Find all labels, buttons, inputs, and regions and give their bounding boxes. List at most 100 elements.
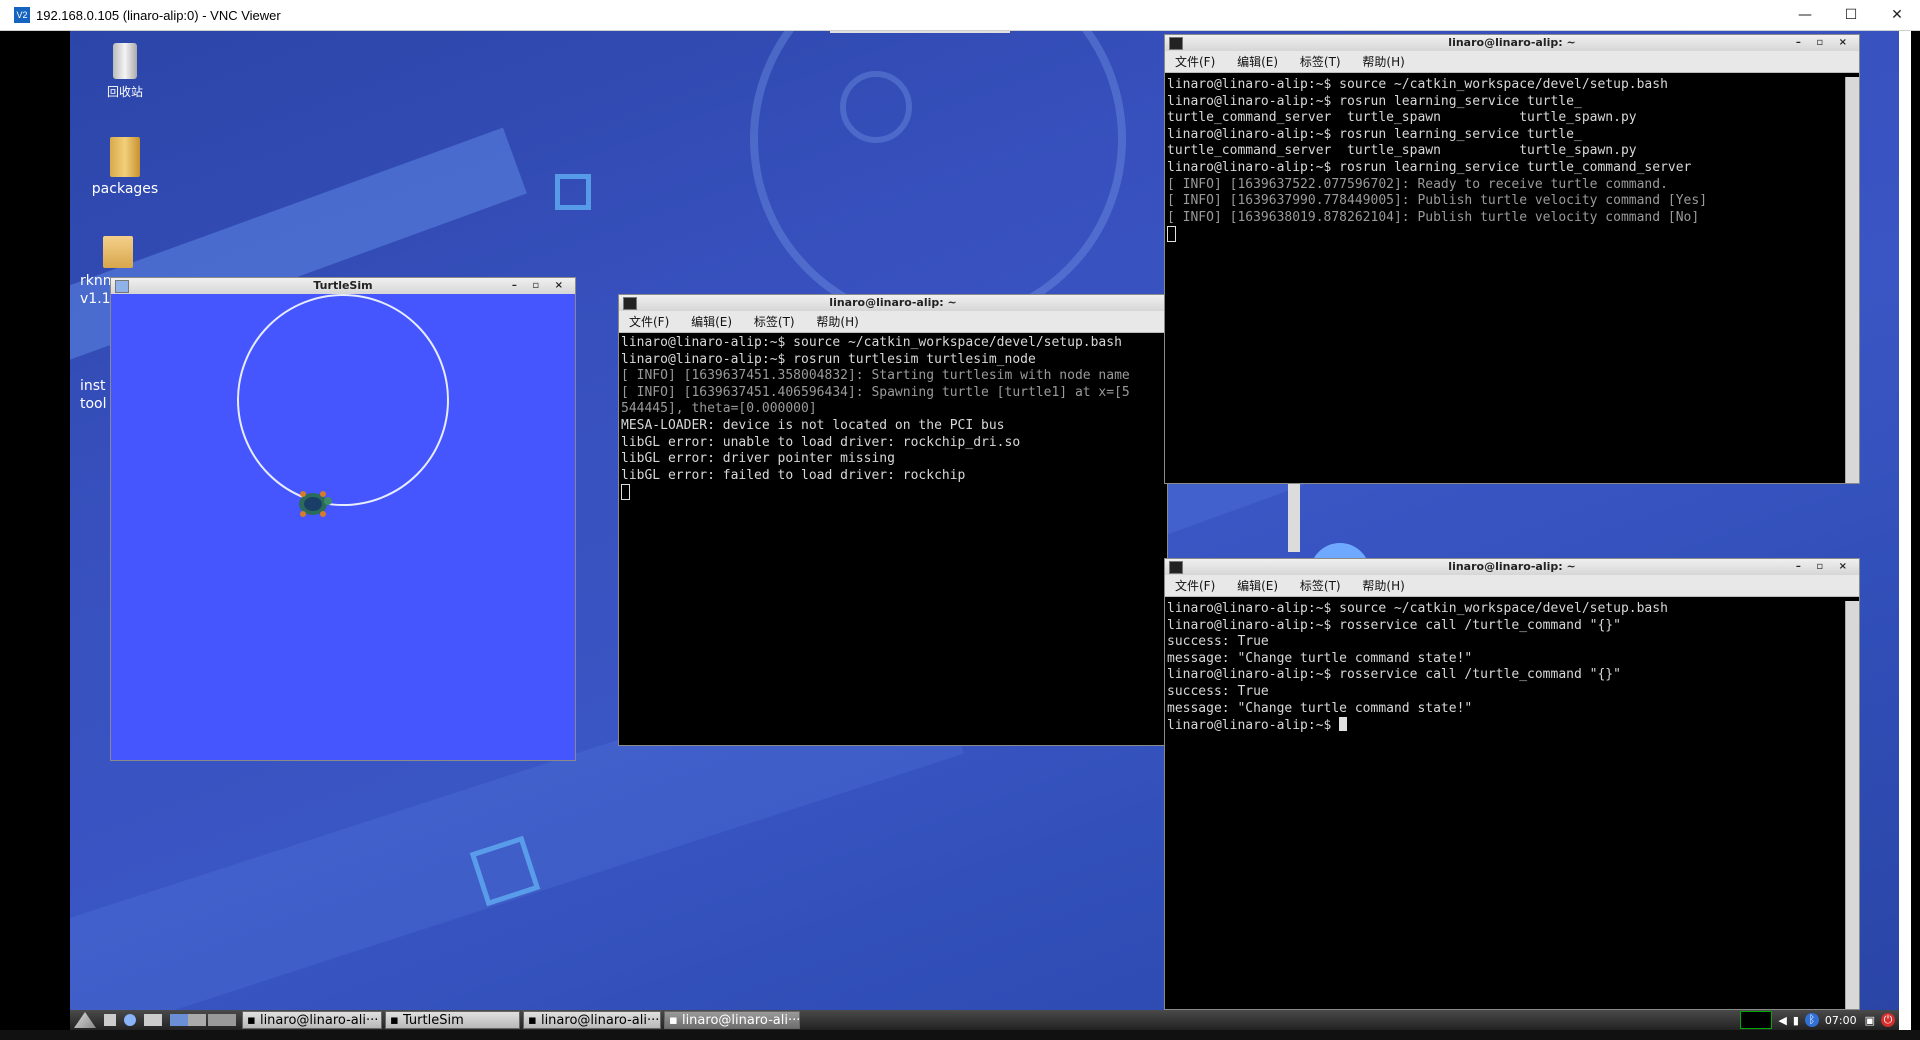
clock: 07:00 — [1824, 1013, 1857, 1027]
terminal-icon: ▪ — [247, 1013, 260, 1028]
terminal-titlebar[interactable]: linaro@linaro-alip: ~ – ▫ × — [1165, 35, 1859, 51]
terminal-cursor — [1167, 226, 1176, 243]
terminal-cursor — [1339, 717, 1348, 732]
terminal-titlebar[interactable]: linaro@linaro-alip: ~ – ▫ × — [1165, 559, 1859, 575]
taskbar-task-terminal[interactable]: ▪ linaro@linaro-ali··· — [242, 1011, 382, 1029]
terminal-title: linaro@linaro-alip: ~ — [829, 296, 957, 309]
menu-tabs[interactable]: 标签(T) — [754, 315, 795, 329]
system-tray: ◀ ▮ ᛒ 07:00 ▣ ⏻ — [1740, 1010, 1899, 1030]
cpu-monitor-icon — [1740, 1011, 1773, 1029]
taskbar-task-terminal[interactable]: ▪ linaro@linaro-ali··· — [664, 1011, 800, 1029]
terminal-line: [ INFO] [1639638019.878262104]: Publish … — [1167, 209, 1700, 225]
menu-edit[interactable]: 编辑(E) — [1237, 579, 1278, 593]
terminal-line: [ INFO] [1639637451.358004832]: Starting… — [621, 368, 1130, 384]
taskbar-task-terminal[interactable]: ▪ linaro@linaro-ali··· — [523, 1011, 661, 1029]
desktop-icon-rknn[interactable]: rknn v1.1 — [70, 236, 133, 308]
turtle-icon — [299, 491, 332, 517]
menu-help[interactable]: 帮助(H) — [1362, 55, 1404, 69]
workspace-switcher-icon[interactable] — [170, 1014, 206, 1026]
terminal-window-client[interactable]: linaro@linaro-alip: ~ – ▫ × 文件(F) 编辑(E) … — [1164, 558, 1860, 1010]
workspace-switcher-icon[interactable] — [208, 1014, 236, 1026]
terminal-output[interactable]: linaro@linaro-alip:~$ source ~/catkin_wo… — [1165, 601, 1845, 1009]
terminal-line: linaro@linaro-alip:~$ source ~/catkin_wo… — [621, 335, 1122, 350]
terminal-line: libGL error: unable to load driver: rock… — [621, 434, 1021, 450]
terminal-window-icon — [1169, 37, 1183, 50]
desktop-icon-install-tool[interactable]: inst tool — [80, 377, 110, 413]
file-manager-icon[interactable] — [144, 1014, 162, 1026]
vnc-minimize-button[interactable]: — — [1782, 0, 1828, 30]
window-controls[interactable]: – ▫ × — [1796, 35, 1853, 51]
bluetooth-icon[interactable]: ᛒ — [1804, 1013, 1819, 1027]
vnc-frame-bottom — [0, 1030, 1920, 1040]
desktop-icon-trash[interactable]: 回收站 — [85, 43, 165, 100]
terminal-title: linaro@linaro-alip: ~ — [1448, 560, 1576, 573]
terminal-line: libGL error: driver pointer missing — [621, 451, 895, 467]
taskbar-task-turtlesim[interactable]: ▪ TurtleSim — [385, 1011, 520, 1029]
menu-file[interactable]: 文件(F) — [629, 315, 669, 329]
turtlesim-icon: ▪ — [390, 1013, 403, 1028]
turtlesim-title: TurtleSim — [313, 279, 373, 292]
terminal-output[interactable]: linaro@linaro-alip:~$ source ~/catkin_wo… — [619, 335, 1167, 745]
vnc-close-button[interactable]: ✕ — [1874, 0, 1920, 30]
terminal-line: linaro@linaro-alip:~$ rosrun learning_se… — [1167, 93, 1582, 109]
terminal-line: libGL error: failed to load driver: rock… — [621, 467, 966, 483]
turtlesim-titlebar[interactable]: TurtleSim – ▫ × — [111, 278, 575, 294]
power-icon[interactable]: ⏻ — [1881, 1013, 1895, 1027]
menu-edit[interactable]: 编辑(E) — [1237, 55, 1278, 69]
menu-help[interactable]: 帮助(H) — [1362, 579, 1404, 593]
terminal-window-icon — [623, 297, 637, 310]
desktop-icon-label: rknn v1.1 — [80, 273, 112, 307]
window-controls[interactable]: – ▫ × — [1796, 559, 1853, 575]
vnc-app-icon: V2 — [14, 7, 30, 23]
terminal-window-server[interactable]: linaro@linaro-alip: ~ – ▫ × 文件(F) 编辑(E) … — [1164, 34, 1860, 484]
terminal-prompt: linaro@linaro-alip:~$ — [1167, 718, 1340, 734]
terminal-line: success: True — [1167, 683, 1269, 699]
menu-file[interactable]: 文件(F) — [1175, 55, 1215, 69]
trash-icon — [113, 43, 137, 79]
browser-icon[interactable] — [124, 1014, 136, 1026]
taskbar: ▪ linaro@linaro-ali··· ▪ TurtleSim ▪ lin… — [70, 1010, 1899, 1030]
terminal-line: turtle_command_server turtle_spawn turtl… — [1167, 110, 1637, 126]
terminal-menubar: 文件(F) 编辑(E) 标签(T) 帮助(H) — [1165, 51, 1859, 73]
terminal-titlebar[interactable]: linaro@linaro-alip: ~ — [619, 295, 1167, 311]
taskbar-task-label: linaro@linaro-ali··· — [259, 1013, 379, 1028]
menu-edit[interactable]: 编辑(E) — [691, 315, 732, 329]
bg-square-decoration — [555, 174, 591, 210]
terminal-scrollbar[interactable] — [1845, 77, 1859, 483]
desktop-icon-label: 回收站 — [106, 85, 143, 99]
vnc-frame-left — [0, 31, 70, 1040]
terminal-line: [ INFO] [1639637990.778449005]: Publish … — [1167, 193, 1708, 209]
screen-icon[interactable]: ▣ — [1865, 1014, 1875, 1027]
bg-panel-decoration — [830, 31, 1010, 33]
terminal-scrollbar[interactable] — [1845, 601, 1859, 1009]
terminal-line: linaro@linaro-alip:~$ source ~/catkin_wo… — [1167, 601, 1668, 616]
turtlesim-window[interactable]: TurtleSim – ▫ × — [110, 277, 576, 761]
show-desktop-icon[interactable] — [104, 1014, 116, 1026]
menu-tabs[interactable]: 标签(T) — [1300, 55, 1341, 69]
window-controls[interactable]: – ▫ × — [512, 278, 569, 294]
terminal-cursor — [621, 484, 630, 501]
terminal-line: MESA-LOADER: device is not located on th… — [621, 417, 1005, 433]
window-icon — [115, 280, 129, 293]
remote-desktop: 回收站 packages rknn v1.1 inst tool TurtleS… — [70, 31, 1899, 1010]
terminal-line: message: "Change turtle command state!" — [1167, 650, 1473, 666]
vnc-frame-right — [1911, 31, 1920, 1040]
terminal-title: linaro@linaro-alip: ~ — [1448, 36, 1576, 49]
menu-help[interactable]: 帮助(H) — [816, 315, 858, 329]
menu-file[interactable]: 文件(F) — [1175, 579, 1215, 593]
terminal-output[interactable]: linaro@linaro-alip:~$ source ~/catkin_wo… — [1165, 77, 1845, 483]
terminal-line: turtle_command_server turtle_spawn turtl… — [1167, 143, 1637, 159]
terminal-line: linaro@linaro-alip:~$ rosrun learning_se… — [1167, 126, 1582, 142]
folder-icon — [110, 137, 140, 177]
terminal-window-turtlesim[interactable]: linaro@linaro-alip: ~ 文件(F) 编辑(E) 标签(T) … — [618, 294, 1168, 746]
menu-tabs[interactable]: 标签(T) — [1300, 579, 1341, 593]
vnc-maximize-button[interactable]: ☐ — [1828, 0, 1874, 30]
turtlesim-canvas — [111, 294, 575, 760]
desktop-icon-packages[interactable]: packages — [85, 137, 165, 197]
desktop-icon-label: packages — [91, 181, 159, 197]
network-icon[interactable]: ▮ — [1793, 1014, 1799, 1027]
taskbar-task-label: TurtleSim — [402, 1013, 464, 1028]
volume-icon[interactable]: ◀ — [1778, 1014, 1786, 1027]
terminal-line: 544445], theta=[0.000000] — [621, 401, 817, 417]
menu-launcher-icon[interactable] — [74, 1012, 96, 1028]
